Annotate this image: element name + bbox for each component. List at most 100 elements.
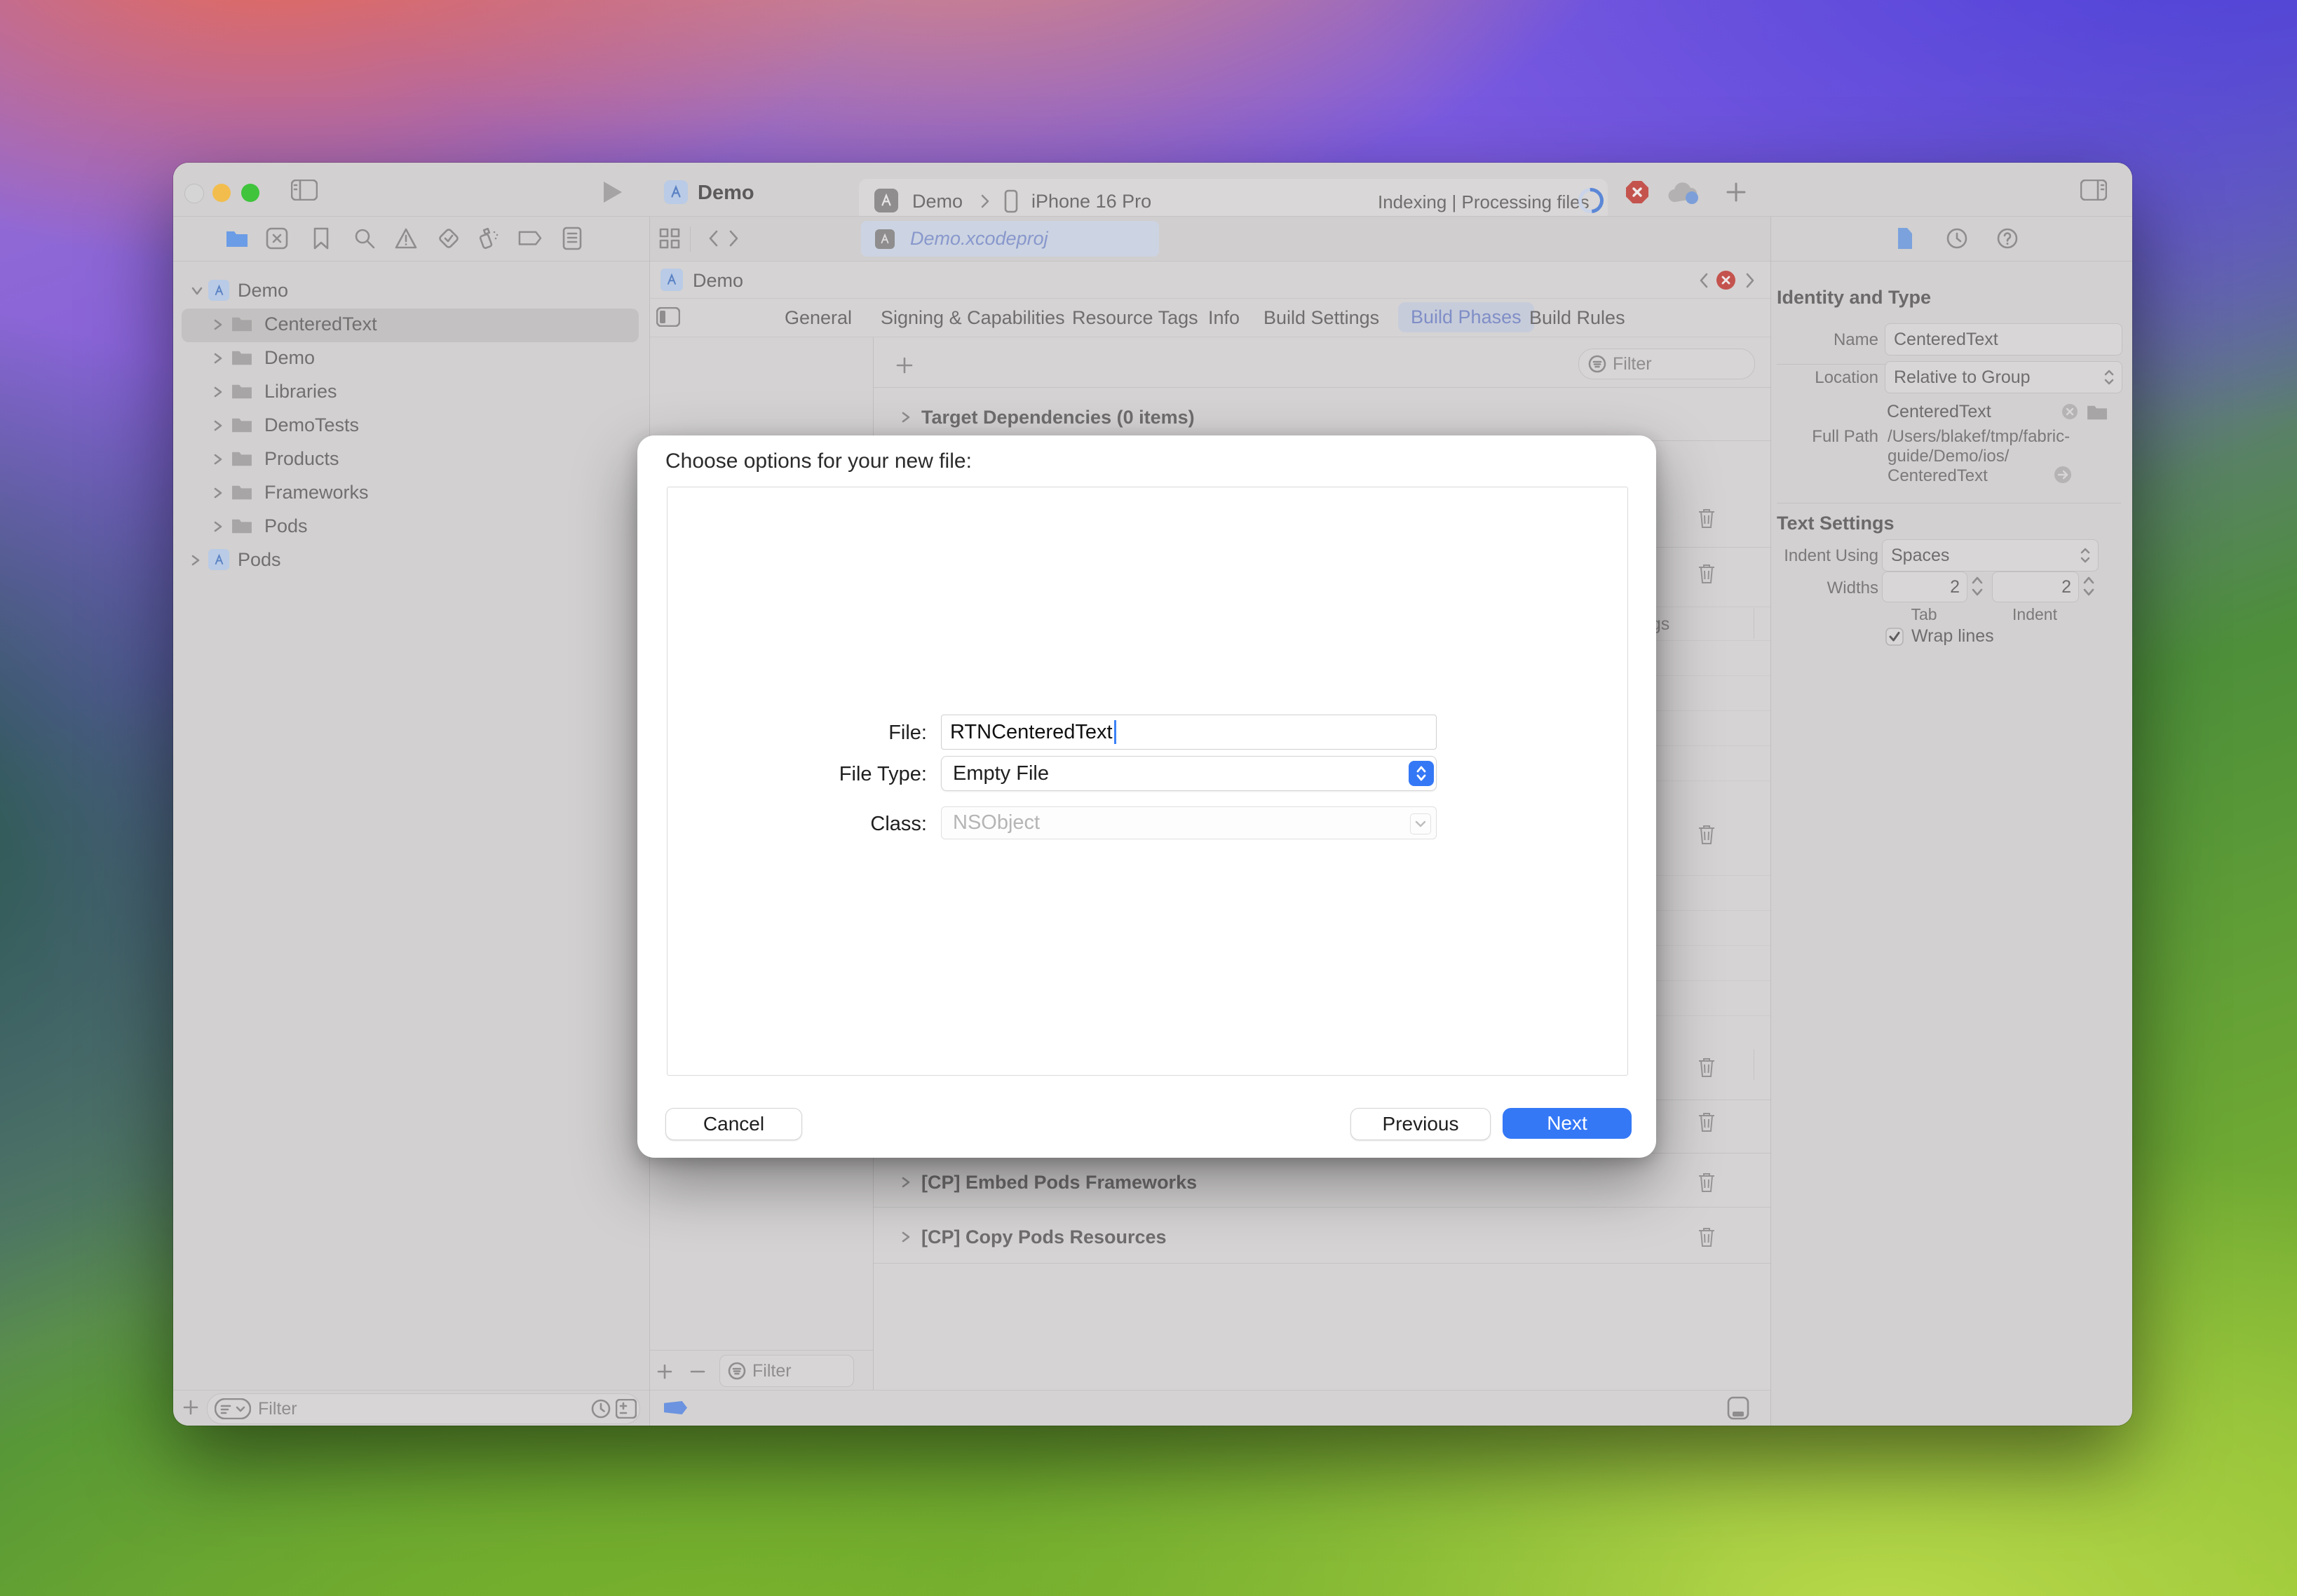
jumpbar-item-label[interactable]: Demo	[693, 270, 743, 292]
inspector-toggle-icon[interactable]	[2080, 180, 2107, 201]
project-pane-filter-field[interactable]: Filter	[719, 1355, 854, 1387]
tab-width-field[interactable]: 2	[1882, 572, 1967, 602]
disclosure-closed-icon[interactable]	[212, 318, 224, 332]
disclosure-closed-icon[interactable]	[900, 1230, 912, 1244]
navigator-item-libraries[interactable]: Libraries	[173, 376, 649, 407]
navigator-item-demo-project[interactable]: Demo	[173, 275, 649, 306]
indent-width-field[interactable]: 2	[1992, 572, 2079, 602]
navigator-item-pods-group[interactable]: Pods	[173, 510, 649, 541]
disclosure-closed-icon[interactable]	[900, 1175, 912, 1189]
tab-build-settings[interactable]: Build Settings	[1263, 307, 1379, 329]
navigator-item-demo-group[interactable]: Demo	[173, 342, 649, 373]
disclosure-closed-icon[interactable]	[190, 553, 201, 567]
forward-chevron-icon[interactable]	[728, 229, 740, 248]
project-sidebar-toggle-icon[interactable]	[656, 307, 680, 327]
destination-name[interactable]: iPhone 16 Pro	[1031, 191, 1151, 212]
tab-width-stepper[interactable]	[1970, 574, 1984, 598]
minimize-button[interactable]	[212, 184, 231, 202]
indent-using-dropdown[interactable]: Spaces	[1882, 539, 2099, 572]
report-navigator-icon[interactable]	[562, 226, 582, 250]
error-badge[interactable]	[1626, 181, 1648, 203]
next-button[interactable]: Next	[1503, 1108, 1632, 1139]
open-path-arrow-icon[interactable]	[2053, 465, 2073, 485]
file-type-popup[interactable]: Empty File	[941, 756, 1437, 791]
indent-width-stepper[interactable]	[2082, 574, 2096, 598]
sidebar-toggle-icon[interactable]	[291, 180, 318, 201]
phase-row-copy-pods[interactable]: [CP] Copy Pods Resources	[874, 1219, 1770, 1255]
tab-info[interactable]: Info	[1208, 307, 1240, 329]
navigator-item-products[interactable]: Products	[173, 443, 649, 474]
recent-files-icon[interactable]	[590, 1398, 611, 1419]
disclosure-closed-icon[interactable]	[212, 385, 224, 399]
navigator-item-centeredtext[interactable]: CenteredText	[173, 309, 649, 339]
issue-navigator-icon[interactable]	[394, 227, 418, 250]
add-build-phase-icon[interactable]	[895, 356, 914, 375]
source-control-filter-icon[interactable]	[616, 1399, 637, 1419]
disclosure-closed-icon[interactable]	[212, 486, 224, 500]
tag-indicator-icon[interactable]	[664, 1401, 687, 1414]
navigator-item-demotests[interactable]: DemoTests	[173, 410, 649, 440]
previous-button[interactable]: Previous	[1350, 1108, 1491, 1140]
device-bezel-icon[interactable]	[1727, 1396, 1749, 1420]
file-inspector-icon[interactable]	[1895, 226, 1915, 250]
location-dropdown[interactable]: Relative to Group	[1885, 361, 2122, 393]
add-file-icon[interactable]	[182, 1398, 200, 1416]
changes-navigator-icon[interactable]	[266, 227, 288, 250]
wrap-lines-row[interactable]: Wrap lines	[1885, 626, 1994, 647]
project-navigator-icon[interactable]	[225, 228, 249, 249]
scheme-name[interactable]: Demo	[912, 191, 963, 212]
file-tab[interactable]: Demo.xcodeproj	[861, 221, 1159, 257]
cancel-button[interactable]: Cancel	[665, 1108, 802, 1140]
phase-row-embed-pods[interactable]: [CP] Embed Pods Frameworks	[874, 1165, 1770, 1200]
bookmark-navigator-icon[interactable]	[312, 227, 330, 250]
add-button-icon[interactable]	[1724, 180, 1748, 204]
delete-phase-icon[interactable]	[1697, 1226, 1716, 1248]
navigator-item-pods-project[interactable]: Pods	[173, 544, 649, 575]
location-value: Relative to Group	[1894, 367, 2031, 388]
tab-signing-capabilities[interactable]: Signing & Capabilities	[881, 307, 1065, 329]
file-name-input[interactable]: RTNCenteredText	[941, 715, 1437, 750]
related-items-icon[interactable]	[659, 228, 680, 249]
disclosure-closed-icon[interactable]	[900, 410, 912, 424]
add-target-icon[interactable]	[656, 1362, 674, 1381]
tag-navigator-icon[interactable]	[517, 229, 543, 248]
navigator-filter-field[interactable]: Filter	[207, 1393, 640, 1424]
clear-group-icon[interactable]	[2061, 403, 2079, 421]
choose-folder-icon[interactable]	[2086, 403, 2108, 421]
disclosure-open-icon[interactable]	[190, 285, 204, 297]
delete-phase-icon[interactable]	[1697, 1056, 1716, 1078]
back-chevron-icon[interactable]	[707, 229, 719, 248]
disclosure-closed-icon[interactable]	[212, 452, 224, 466]
tab-general[interactable]: General	[785, 307, 852, 329]
issue-back-chevron-icon[interactable]	[1698, 271, 1709, 290]
checkbox-checked-icon[interactable]	[1885, 627, 1904, 647]
history-inspector-icon[interactable]	[1946, 227, 1968, 250]
phase-row-target-dependencies[interactable]: Target Dependencies (0 items)	[874, 400, 1770, 434]
delete-phase-icon[interactable]	[1697, 507, 1716, 529]
name-field[interactable]: CenteredText	[1885, 323, 2122, 356]
issue-count-badge[interactable]	[1716, 271, 1735, 290]
test-navigator-icon[interactable]	[438, 227, 460, 250]
help-inspector-icon[interactable]	[1996, 227, 2019, 250]
issue-forward-chevron-icon[interactable]	[1744, 271, 1756, 290]
disclosure-closed-icon[interactable]	[212, 520, 224, 534]
remove-target-icon[interactable]	[689, 1362, 707, 1381]
tab-resource-tags[interactable]: Resource Tags	[1072, 307, 1198, 329]
tab-build-rules[interactable]: Build Rules	[1529, 307, 1625, 329]
close-button[interactable]	[184, 184, 204, 203]
delete-phase-icon[interactable]	[1697, 823, 1716, 846]
disclosure-closed-icon[interactable]	[212, 351, 224, 365]
delete-phase-icon[interactable]	[1697, 1171, 1716, 1193]
run-button[interactable]	[604, 182, 622, 203]
delete-phase-icon[interactable]	[1697, 1111, 1716, 1133]
build-phases-filter-field[interactable]: Filter	[1578, 349, 1755, 379]
delete-phase-icon[interactable]	[1697, 562, 1716, 585]
debug-navigator-icon[interactable]	[476, 226, 500, 250]
navigator-item-frameworks[interactable]: Frameworks	[173, 477, 649, 508]
zoom-button[interactable]	[241, 184, 259, 202]
find-navigator-icon[interactable]	[353, 227, 376, 250]
tab-build-phases[interactable]: Build Phases	[1398, 302, 1534, 332]
filter-menu-icon[interactable]	[215, 1398, 251, 1419]
disclosure-closed-icon[interactable]	[212, 419, 224, 433]
scheme-app-icon[interactable]	[874, 189, 898, 212]
